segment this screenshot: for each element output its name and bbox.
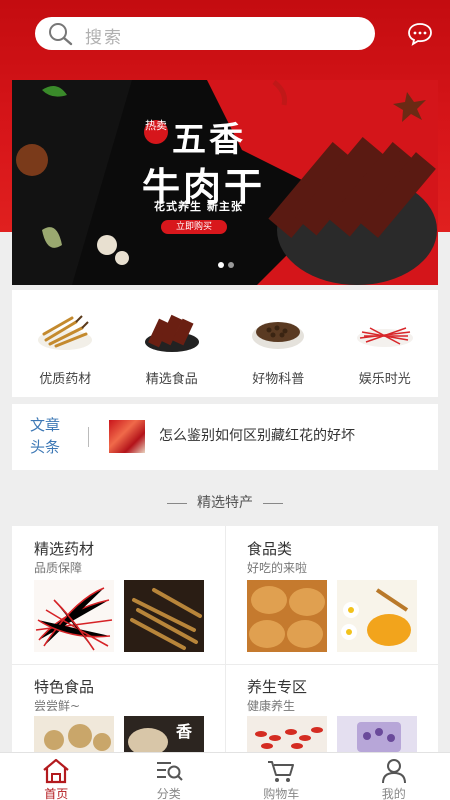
news-thumbnail [109,420,145,453]
search-icon [48,22,74,50]
divider [88,427,89,447]
promo-banner[interactable]: 热卖 五香 牛肉干 花式养生 新主张 立即购买 [12,80,438,285]
specialty-image-1 [34,716,114,756]
hot-sale-badge: 热卖 [144,120,168,144]
news-heading: 文章 头条 [30,414,70,458]
search-bar[interactable]: 搜索 [35,17,375,50]
tab-label: 购物车 [263,787,300,800]
featured-card-medicinal[interactable]: 精选药材 品质保障 [12,526,225,664]
pastry-image [247,580,327,652]
buy-now-button[interactable]: 立即购买 [161,220,227,234]
tab-label: 我的 [381,787,406,800]
featured-subtitle: 好吃的来啦 [247,561,308,575]
featured-subtitle: 品质保障 [34,561,83,575]
category-icon [154,758,184,788]
section-title: 精选特产 [0,492,450,512]
saffron-image [34,580,114,652]
image-caption: 香 [176,722,193,741]
tab-label: 分类 [156,787,181,800]
bottom-tab-bar: 首页 分类 购物车 我的 [0,752,450,800]
featured-title: 食品类 [247,540,293,558]
category-item-medicinal[interactable]: 优质药材 [12,290,119,397]
banner-pagination [218,262,234,268]
message-icon[interactable] [407,22,433,50]
featured-title: 精选药材 [34,540,95,558]
featured-title: 养生专区 [247,678,308,696]
cordyceps-icon [38,315,92,350]
honey-image [337,580,417,652]
category-item-entertainment[interactable]: 娱乐时光 [332,290,439,397]
category-row: 优质药材 精选食品 好物科普 娱乐时光 [12,290,438,397]
news-headline[interactable]: 怎么鉴别如何区别藏红花的好坏 [159,425,355,445]
banner-subtitle: 花式养生 新主张 [154,200,243,213]
specialty-image-2: 香 [124,716,204,756]
news-headline-bar[interactable]: 文章 头条 怎么鉴别如何区别藏红花的好坏 [12,404,438,470]
section-title-text: 精选特产 [197,495,253,511]
category-label: 好物科普 [252,372,305,387]
banner-title-line1: 五香 [172,120,246,160]
tab-label: 首页 [44,787,69,800]
category-item-food[interactable]: 精选食品 [119,290,226,397]
featured-title: 特色食品 [34,678,95,696]
news-heading-line1: 文章 [30,416,61,434]
banner-dot-2[interactable] [228,262,234,268]
tab-home[interactable]: 首页 [0,753,113,800]
category-item-science[interactable]: 好物科普 [225,290,332,397]
tea-bowl-icon [252,322,304,349]
tab-profile[interactable]: 我的 [338,753,450,800]
tab-category[interactable]: 分类 [113,753,226,800]
user-icon [379,758,409,788]
featured-subtitle: 尝尝鲜~ [34,699,81,713]
flower-tea-image [337,716,417,756]
goji-image [247,716,327,756]
featured-grid: 精选药材 品质保障 食品类 好吃的来啦 特色食品 尝尝鲜~ 香 养生专区 健康养… [12,526,438,756]
divider [263,502,283,504]
category-label: 精选食品 [145,372,198,387]
featured-subtitle: 健康养生 [247,699,296,713]
jerky-icon [144,314,199,352]
category-label: 优质药材 [39,372,92,387]
search-placeholder: 搜索 [85,28,123,48]
cordyceps-image [124,580,204,652]
featured-card-food[interactable]: 食品类 好吃的来啦 [225,526,438,664]
home-icon [41,758,71,788]
category-label: 娱乐时光 [358,372,411,387]
cart-icon [266,758,296,788]
saffron-icon [356,327,413,347]
tab-cart[interactable]: 购物车 [225,753,338,800]
banner-dot-1[interactable] [218,262,224,268]
news-heading-line2: 头条 [30,438,61,456]
divider [167,502,187,504]
